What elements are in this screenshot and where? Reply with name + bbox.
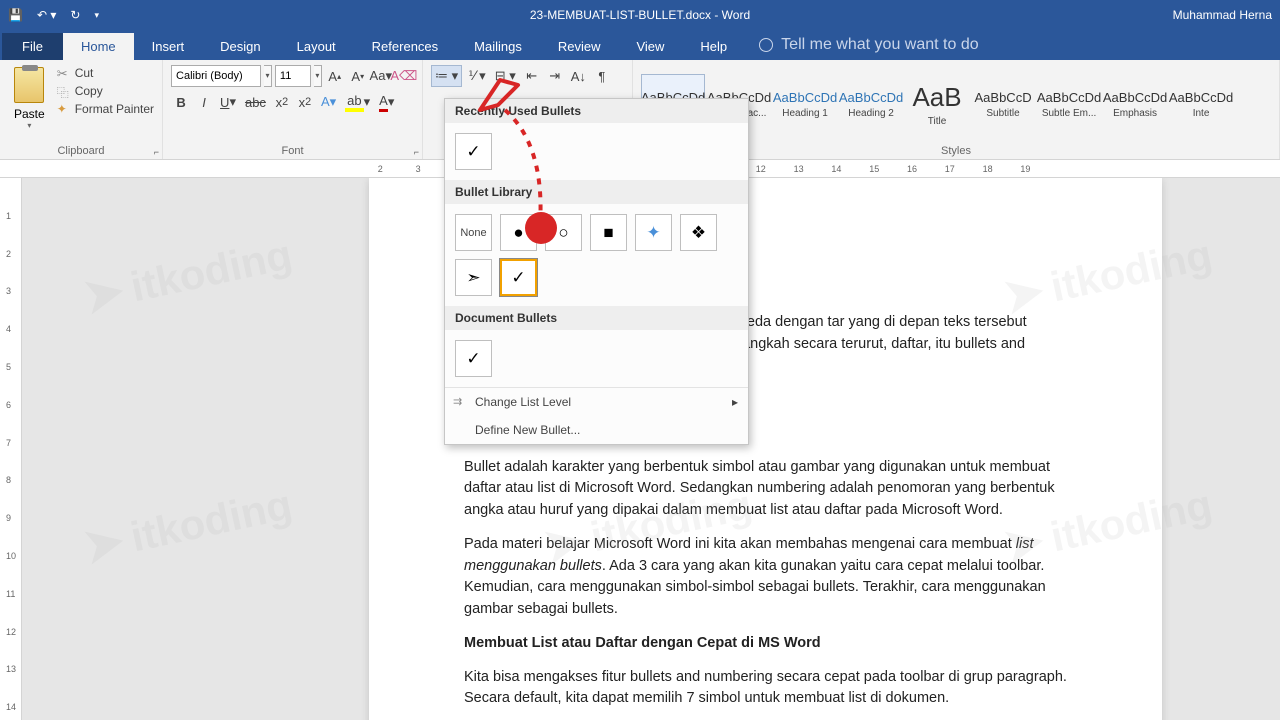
bullet-option-circle[interactable]: ○ bbox=[545, 214, 582, 251]
bullet-option-4diamond[interactable]: ✦ bbox=[635, 214, 672, 251]
qat-customize-icon[interactable]: ▾ bbox=[94, 10, 99, 21]
text-effects-button[interactable]: A▾ bbox=[318, 91, 339, 113]
style-item-subtle-em---[interactable]: AaBbCcDdSubtle Em... bbox=[1037, 74, 1101, 134]
doc-heading: Membuat List atau Daftar dengan Cepat di… bbox=[464, 633, 1067, 655]
font-color-button[interactable]: A▾ bbox=[376, 91, 397, 113]
bullets-button[interactable]: ≔ ▾ bbox=[431, 65, 462, 87]
bullet-library-label: Bullet Library bbox=[445, 180, 748, 204]
font-size-dropdown[interactable]: ▾ bbox=[314, 65, 322, 87]
painter-icon bbox=[57, 102, 71, 116]
title-bar: 💾 ↶ ▾ ↻ ▾ 23-MEMBUAT-LIST-BULLET.docx - … bbox=[0, 0, 1280, 30]
bullet-option-disc[interactable]: ● bbox=[500, 214, 537, 251]
bullet-option-check[interactable]: ✓ bbox=[455, 133, 492, 170]
undo-icon[interactable]: ↶ ▾ bbox=[37, 8, 56, 22]
tab-file[interactable]: File bbox=[2, 33, 63, 60]
font-label: Font bbox=[171, 143, 414, 157]
copy-icon bbox=[57, 84, 71, 98]
submenu-arrow-icon: ▸ bbox=[732, 395, 738, 409]
save-icon[interactable]: 💾 bbox=[8, 8, 23, 22]
paste-button[interactable]: Paste ▾ bbox=[8, 65, 51, 143]
tab-design[interactable]: Design bbox=[202, 33, 278, 60]
style-item-heading-1[interactable]: AaBbCcDdHeading 1 bbox=[773, 74, 837, 134]
user-name: Muhammad Herna bbox=[1173, 8, 1272, 22]
strikethrough-button[interactable]: abc bbox=[242, 91, 269, 113]
redo-icon[interactable]: ↻ bbox=[70, 8, 80, 22]
clipboard-label: Clipboard bbox=[8, 143, 154, 157]
bold-button[interactable]: B bbox=[171, 91, 191, 113]
show-hide-button[interactable]: ¶ bbox=[592, 65, 612, 87]
bullet-option-square[interactable]: ■ bbox=[590, 214, 627, 251]
tab-references[interactable]: References bbox=[354, 33, 456, 60]
define-new-bullet-menu[interactable]: Define New Bullet... bbox=[445, 416, 748, 444]
lightbulb-icon bbox=[759, 38, 773, 52]
change-case-button[interactable]: Aa▾ bbox=[371, 65, 391, 87]
ruler-vertical[interactable]: 1234567891011121314 bbox=[0, 178, 22, 720]
decrease-indent-button[interactable]: ⇤ bbox=[522, 65, 542, 87]
numbering-button[interactable]: ⅟ ▾ bbox=[465, 65, 489, 87]
copy-button[interactable]: Copy bbox=[57, 83, 154, 99]
clear-formatting-button[interactable]: A⌫ bbox=[394, 65, 414, 87]
tab-view[interactable]: View bbox=[618, 33, 682, 60]
recent-bullets-label: Recently Used Bullets bbox=[445, 99, 748, 123]
style-item-title[interactable]: AaBTitle bbox=[905, 74, 969, 134]
doc-paragraph: Bullet adalah karakter yang berbentuk si… bbox=[464, 457, 1067, 522]
grow-font-button[interactable]: A▴ bbox=[325, 65, 345, 87]
document-bullets-label: Document Bullets bbox=[445, 306, 748, 330]
tab-layout[interactable]: Layout bbox=[279, 33, 354, 60]
bullet-option-doc-check[interactable]: ✓ bbox=[455, 340, 492, 377]
bullet-option-check-selected[interactable]: ✓ bbox=[500, 259, 537, 296]
format-painter-button[interactable]: Format Painter bbox=[57, 101, 154, 117]
ribbon-tabs: File Home Insert Design Layout Reference… bbox=[0, 30, 1280, 60]
tab-mailings[interactable]: Mailings bbox=[456, 33, 540, 60]
tell-me-search[interactable]: Tell me what you want to do bbox=[745, 30, 992, 60]
cut-button[interactable]: Cut bbox=[57, 65, 154, 81]
clipboard-group: Paste ▾ Cut Copy Format Painter Clipboar… bbox=[0, 60, 163, 159]
style-item-subtitle[interactable]: AaBbCcDSubtitle bbox=[971, 74, 1035, 134]
subscript-button[interactable]: x2 bbox=[272, 91, 292, 113]
sort-button[interactable]: A↓ bbox=[568, 65, 589, 87]
bullet-option-none[interactable]: None bbox=[455, 214, 492, 251]
increase-indent-button[interactable]: ⇥ bbox=[545, 65, 565, 87]
tab-help[interactable]: Help bbox=[682, 33, 745, 60]
font-name-input[interactable] bbox=[171, 65, 261, 87]
bullet-option-arrow[interactable]: ➣ bbox=[455, 259, 492, 296]
change-list-level-menu[interactable]: ⇉ Change List Level ▸ bbox=[445, 388, 748, 416]
cut-icon bbox=[57, 66, 71, 80]
highlight-button[interactable]: ab▾ bbox=[342, 91, 373, 113]
doc-paragraph: Pada materi belajar Microsoft Word ini k… bbox=[464, 534, 1067, 621]
paste-icon bbox=[14, 67, 44, 103]
shrink-font-button[interactable]: A▾ bbox=[348, 65, 368, 87]
tab-insert[interactable]: Insert bbox=[134, 33, 203, 60]
font-name-dropdown[interactable]: ▾ bbox=[264, 65, 272, 87]
italic-button[interactable]: I bbox=[194, 91, 214, 113]
font-size-input[interactable] bbox=[275, 65, 311, 87]
document-title: 23-MEMBUAT-LIST-BULLET.docx - Word bbox=[530, 8, 750, 22]
underline-button[interactable]: U ▾ bbox=[217, 91, 239, 113]
list-level-icon: ⇉ bbox=[453, 395, 462, 408]
multilevel-button[interactable]: ⊟ ▾ bbox=[492, 65, 519, 87]
tab-home[interactable]: Home bbox=[63, 33, 134, 60]
tab-review[interactable]: Review bbox=[540, 33, 619, 60]
clipboard-dialog-launcher[interactable]: ⌐ bbox=[154, 147, 159, 157]
style-item-emphasis[interactable]: AaBbCcDdEmphasis bbox=[1103, 74, 1167, 134]
style-item-heading-2[interactable]: AaBbCcDdHeading 2 bbox=[839, 74, 903, 134]
style-item-inte[interactable]: AaBbCcDdInte bbox=[1169, 74, 1233, 134]
font-group: ▾ ▾ A▴ A▾ Aa▾ A⌫ B I U ▾ abc x2 x2 A▾ ab… bbox=[163, 60, 423, 159]
bullet-option-diamonds[interactable]: ❖ bbox=[680, 214, 717, 251]
doc-paragraph: Kita bisa mengakses fitur bullets and nu… bbox=[464, 667, 1067, 711]
bullets-dropdown: Recently Used Bullets ✓ Bullet Library N… bbox=[444, 98, 749, 445]
font-dialog-launcher[interactable]: ⌐ bbox=[414, 147, 419, 157]
superscript-button[interactable]: x2 bbox=[295, 91, 315, 113]
